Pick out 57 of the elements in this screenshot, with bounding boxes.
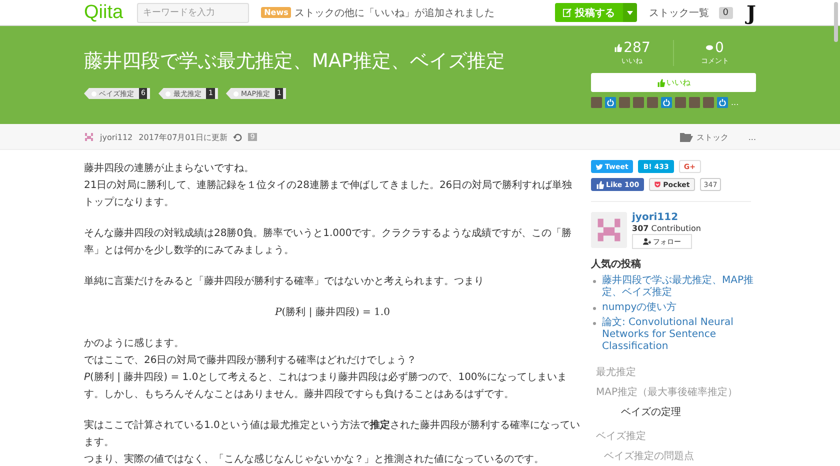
popular-posts-heading: 人気の投稿 [591, 258, 642, 271]
like-count: 287 [614, 40, 650, 56]
caret-icon [626, 10, 633, 14]
toc-link[interactable]: ベイズ推定 [596, 429, 756, 443]
default-avatar[interactable] [605, 97, 616, 108]
edit-icon [562, 8, 572, 17]
user-avatar[interactable]: J [746, 0, 756, 24]
popular-post-link[interactable]: numpyの使い方 [602, 302, 756, 314]
power-icon [663, 99, 670, 106]
power-icon [607, 99, 614, 106]
identicon-icon [84, 132, 94, 142]
toc-link[interactable]: MAP推定（最大事後確率推定） [596, 385, 756, 399]
stock-button[interactable]: ストック [680, 132, 728, 142]
thumbs-up-icon [614, 44, 622, 52]
contribution-count: 307 Contribution [632, 224, 701, 233]
folder-icon [680, 132, 694, 142]
paragraph: 単純に言葉だけをみると「藤井四段が勝利する確率」ではないかと考えられます。つまり [84, 274, 485, 289]
history-icon[interactable] [233, 132, 242, 142]
search-field[interactable]: キーワードを入力 [137, 2, 250, 22]
bird-icon [596, 164, 603, 170]
stock-list-link[interactable]: ストック一覧 [648, 6, 709, 20]
news-badge: News [261, 7, 292, 18]
paragraph: 実はここで計算されている1.0という値は最尤推定という方法で推定された藤井四段が勝利する確率になっています。 つまり、実際の値ではなく、「こんな感じなんじゃないかな？」と推測された値になっているのです。 [84, 418, 581, 466]
dropdown-caret-button[interactable] [622, 3, 637, 22]
avatar-placeholder[interactable] [633, 97, 644, 108]
paragraph: かのように感じます。 ではここで、26日の対局で藤井四段が勝利する確率はどれだけでしょう？ P(勝利 | 藤井四段) = 1.0として考えると、これはつまり藤井四段は必ず勝つので、100%になってしまいます。しかし、もちろんそんなことはありません。藤井四段ですらも負けることはあるはずです。 [84, 336, 568, 402]
avatar-placeholder[interactable] [689, 97, 700, 108]
default-avatar[interactable] [717, 97, 728, 108]
scrollbar-thumb[interactable] [834, 2, 838, 42]
comment-count: 0 [706, 40, 724, 56]
popular-post-link[interactable]: 論文: Convolutional Neural Networks for Sentence Classification [602, 317, 756, 353]
power-icon [719, 99, 726, 106]
bullet-icon [593, 307, 596, 310]
news-text[interactable]: ストックの他に「いいね」が追加されました [294, 6, 494, 20]
pocket-icon [654, 181, 662, 188]
bullet-icon [593, 280, 596, 283]
thumbs-up-icon [656, 78, 664, 86]
author-name[interactable]: jyori112 [100, 132, 133, 142]
user-plus-icon [643, 238, 651, 245]
bullet-icon [593, 322, 596, 325]
toc-link[interactable]: 最尤推定 [596, 365, 756, 379]
notification-count[interactable]: 0 [718, 6, 733, 18]
toc-link[interactable]: ベイズ推定の問題点 [604, 449, 756, 463]
article-title: 藤井四段で学ぶ最尤推定、MAP推定、ベイズ推定 [84, 49, 506, 74]
thumbs-up-icon [596, 180, 604, 188]
comment-icon [706, 45, 714, 51]
paragraph: 藤井四段の連勝が止まらないですね。 21日の対局に勝利して、連勝記録を１位タイの28連勝まで伸ばしてきました。26日の対局で勝利すれば単独トップになります。 [84, 162, 574, 210]
math-formula: P(勝利 | 藤井四段) = 1.0 [274, 306, 391, 320]
identicon-icon [595, 216, 623, 244]
updated-date: 2017年07月01日に更新 [138, 132, 228, 142]
identicon-avatar[interactable] [591, 212, 627, 248]
more-likers[interactable]: ... [731, 98, 739, 107]
toc-link[interactable]: ベイズの定理 [621, 405, 756, 419]
author-name[interactable]: jyori112 [632, 212, 678, 223]
paragraph: そんな藤井四段の対戦成績は28勝0負。勝率でいうと1.000です。クラクラするような成績ですが、この「勝率」とは何かを少し数学的にみてみましょう。 [84, 226, 573, 258]
more-menu[interactable]: ... [748, 132, 756, 142]
default-avatar[interactable] [661, 97, 672, 108]
